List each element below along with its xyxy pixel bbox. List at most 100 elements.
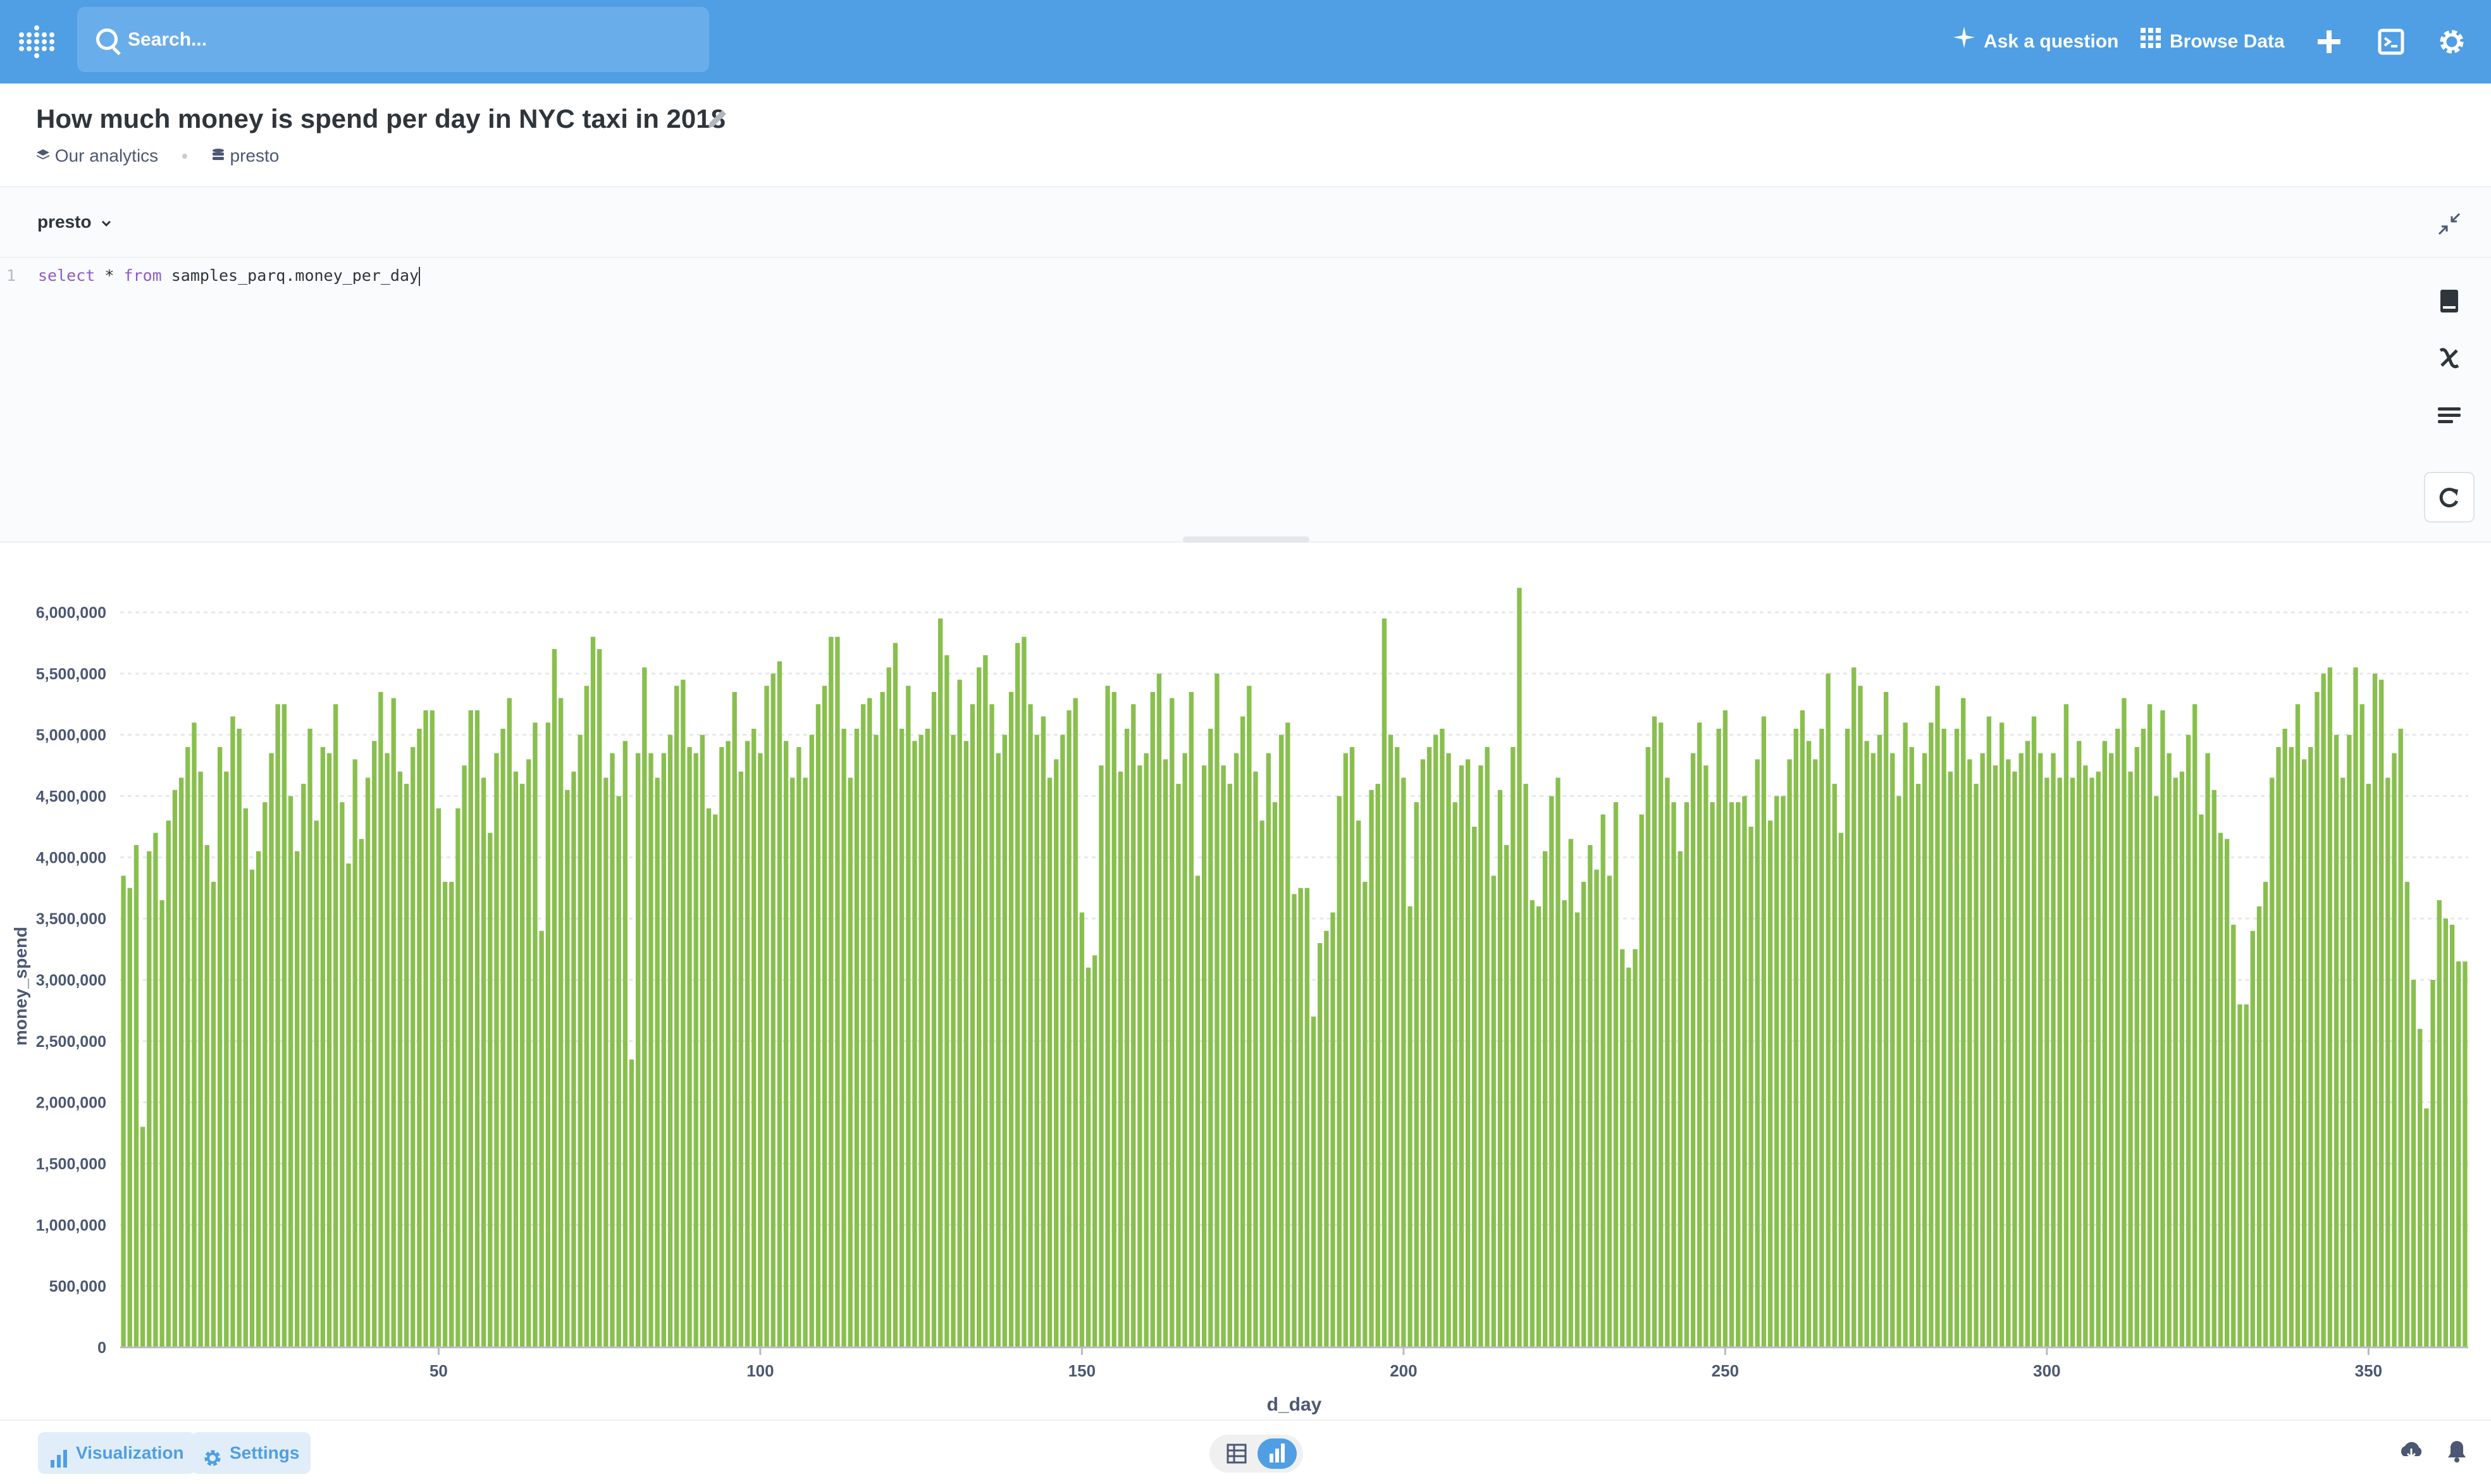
bar xyxy=(2347,734,2352,1347)
bar xyxy=(2443,918,2449,1347)
bar xyxy=(545,722,550,1347)
snippet-icon[interactable] xyxy=(2435,401,2463,429)
collapse-icon[interactable] xyxy=(2435,210,2463,238)
bar xyxy=(526,759,531,1347)
collection-link[interactable]: Our analytics xyxy=(55,146,158,166)
bar xyxy=(1298,887,1303,1347)
bar xyxy=(1993,765,1998,1347)
bar xyxy=(533,722,538,1347)
bar xyxy=(1568,839,1573,1347)
bar xyxy=(462,765,467,1347)
bar xyxy=(1967,759,1972,1347)
bar xyxy=(1652,716,1657,1347)
bar xyxy=(751,728,757,1347)
bar xyxy=(2115,728,2120,1347)
view-footer: Visualization Settings xyxy=(0,1419,2491,1479)
metabase-logo-icon[interactable] xyxy=(19,25,54,58)
bar xyxy=(1227,784,1232,1347)
bar xyxy=(1536,906,1542,1347)
bar xyxy=(326,753,332,1347)
bar xyxy=(2353,667,2358,1347)
bar xyxy=(2385,777,2390,1347)
refresh-icon xyxy=(2439,488,2459,508)
bar xyxy=(340,802,345,1347)
bar xyxy=(397,771,403,1347)
bell-icon[interactable] xyxy=(2443,1437,2471,1465)
bar xyxy=(2321,673,2326,1347)
bar xyxy=(1221,765,1226,1347)
bar xyxy=(829,636,834,1347)
bar xyxy=(1079,912,1085,1347)
bar xyxy=(1047,777,1053,1347)
bar xyxy=(1697,722,1702,1347)
variable-icon[interactable] xyxy=(2435,344,2463,372)
bar xyxy=(977,667,982,1347)
bar xyxy=(2270,777,2275,1347)
bar xyxy=(552,649,557,1347)
bar xyxy=(1549,796,1554,1347)
bar xyxy=(314,820,319,1347)
terminal-icon[interactable] xyxy=(2373,24,2409,59)
bar xyxy=(1472,826,1477,1347)
download-icon[interactable] xyxy=(2397,1437,2425,1465)
bar xyxy=(1150,691,1155,1347)
bar xyxy=(1542,851,1548,1347)
bar xyxy=(417,728,422,1347)
bar xyxy=(1066,710,1072,1347)
search-bar[interactable]: Search... xyxy=(77,7,709,72)
bar xyxy=(603,777,609,1347)
database-link[interactable]: presto xyxy=(230,146,280,166)
pencil-icon[interactable] xyxy=(705,106,730,132)
plus-icon[interactable] xyxy=(2311,24,2347,59)
bar xyxy=(1497,789,1503,1347)
bar xyxy=(1980,753,1985,1347)
bar xyxy=(1111,691,1116,1347)
bar xyxy=(1607,875,1612,1347)
bar xyxy=(706,808,712,1347)
bar xyxy=(2302,759,2307,1347)
bar xyxy=(1684,802,1690,1347)
view-toggle[interactable] xyxy=(1209,1435,1303,1473)
bar xyxy=(1337,796,1342,1347)
bar xyxy=(133,844,139,1347)
bar xyxy=(455,808,460,1347)
bar xyxy=(1986,716,1992,1347)
bar xyxy=(2096,771,2101,1347)
database-picker[interactable]: presto xyxy=(37,187,113,257)
bar xyxy=(1562,900,1567,1347)
gear-icon[interactable] xyxy=(2434,24,2469,59)
bar xyxy=(2070,777,2075,1347)
refresh-query-button[interactable] xyxy=(2424,472,2475,522)
bar xyxy=(2379,679,2384,1347)
bar xyxy=(1787,759,1792,1347)
bar xyxy=(687,747,692,1347)
page-title[interactable]: How much money is spend per day in NYC t… xyxy=(36,104,726,134)
bar xyxy=(1105,686,1110,1347)
bar xyxy=(442,882,448,1347)
y-tick-label: 3,000,000 xyxy=(36,972,106,989)
y-tick-label: 6,000,000 xyxy=(36,604,106,622)
bar xyxy=(1247,686,1252,1347)
ask-question-button[interactable]: Ask a question xyxy=(1953,0,2118,83)
browse-data-button[interactable]: Browse Data xyxy=(2141,0,2285,83)
bar xyxy=(642,667,647,1347)
bar xyxy=(2038,753,2043,1347)
bar xyxy=(1491,875,1496,1347)
bar xyxy=(565,789,570,1347)
editor-resize-handle[interactable] xyxy=(1183,536,1309,543)
chart-view-toggle[interactable] xyxy=(1258,1438,1297,1469)
table-view-toggle[interactable] xyxy=(1217,1438,1256,1469)
bar xyxy=(655,777,660,1347)
bar xyxy=(494,753,499,1347)
book-icon[interactable] xyxy=(2435,287,2463,315)
bar-chart-icon xyxy=(48,1442,70,1468)
sql-line[interactable]: select * from samples_parq.money_per_day xyxy=(38,263,421,288)
visualization-button[interactable]: Visualization xyxy=(38,1432,195,1474)
bar xyxy=(198,771,203,1347)
search-input[interactable]: Search... xyxy=(128,7,207,72)
bar xyxy=(2295,704,2301,1347)
bar xyxy=(1041,716,1046,1347)
settings-button[interactable]: Settings xyxy=(192,1432,311,1474)
bar xyxy=(1349,747,1355,1347)
bar xyxy=(1118,771,1123,1347)
